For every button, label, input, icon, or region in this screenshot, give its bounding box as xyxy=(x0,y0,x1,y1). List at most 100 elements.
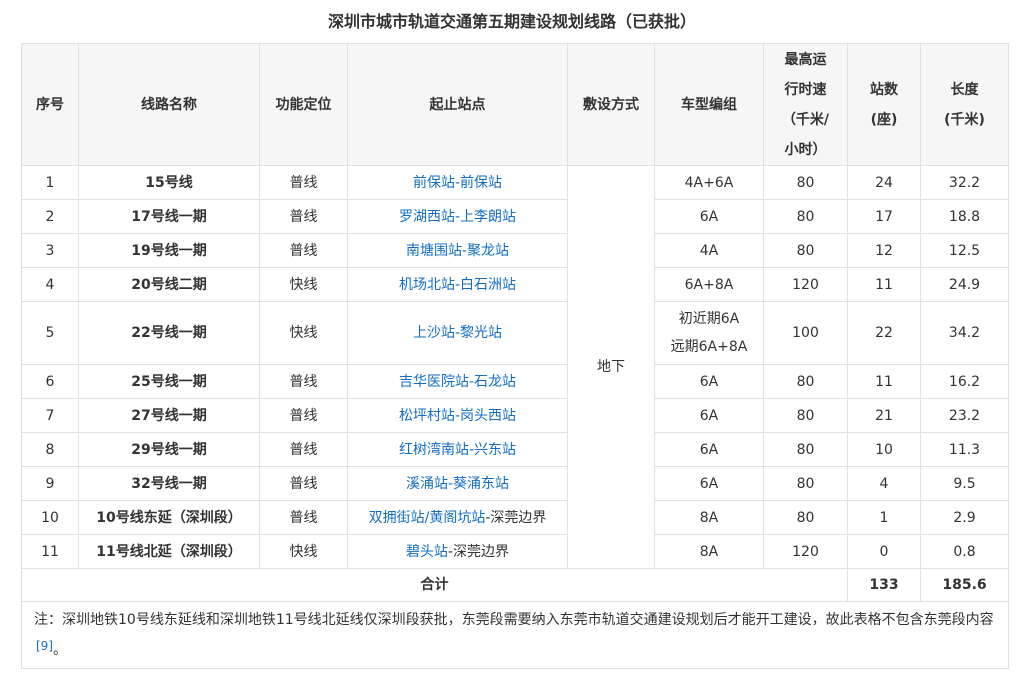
header-line-name: 线路名称 xyxy=(78,43,260,166)
table-row: 7 27号线一期 普线 松坪村站-岗头西站 6A 80 21 23.2 xyxy=(21,398,1009,433)
table-row: 5 22号线一期 快线 上沙站-黎光站 初近期6A 远期6A+8A 100 22… xyxy=(21,301,1009,365)
station-link[interactable]: 岗头西站 xyxy=(460,408,516,424)
station-count-cell: 17 xyxy=(847,199,921,234)
function-cell: 普线 xyxy=(259,398,348,433)
station-link[interactable]: 聚龙站 xyxy=(467,243,509,259)
train-cell: 6A xyxy=(654,432,764,467)
station-link[interactable]: 上沙站 xyxy=(413,325,455,341)
note-cell: 注：深圳地铁10号线东延线和深圳地铁11号线北延线仅深圳段获批，东莞段需要纳入东… xyxy=(21,601,1009,669)
table-row: 1 15号线 普线 前保站-前保站 地下 4A+6A 80 24 32.2 xyxy=(21,165,1009,569)
header-speed-line: 最高运 xyxy=(784,51,827,68)
station-link[interactable]: 黎光站 xyxy=(460,325,502,341)
header-laying: 敷设方式 xyxy=(567,43,655,166)
train-phase-early: 初近期6A xyxy=(678,311,740,327)
speed-cell: 80 xyxy=(763,199,848,234)
train-cell: 8A xyxy=(654,534,764,569)
total-row: 合计 133 185.6 xyxy=(21,568,1009,602)
table-caption: 深圳市城市轨道交通第五期建设规划线路（已获批） xyxy=(327,12,696,31)
speed-cell: 80 xyxy=(763,432,848,467)
table-row: 2 17号线一期 普线 罗湖西站-上李朗站 6A 80 17 18.8 xyxy=(21,199,1009,234)
function-cell: 快线 xyxy=(259,301,348,365)
header-count-line: (座) xyxy=(870,111,898,128)
seq-cell: 11 xyxy=(21,534,79,569)
seq-cell: 10 xyxy=(21,500,79,535)
header-speed-line: （千米/ xyxy=(781,111,830,128)
seq-cell: 8 xyxy=(21,432,79,467)
line-name-cell: 19号线一期 xyxy=(78,233,260,268)
station-count-cell: 11 xyxy=(847,267,921,302)
station-count-cell: 22 xyxy=(847,301,921,365)
stations-cell: 罗湖西站-上李朗站 xyxy=(347,199,568,234)
station-link[interactable]: 碧头站 xyxy=(406,544,448,560)
seq-cell: 2 xyxy=(21,199,79,234)
line-name-cell: 17号线一期 xyxy=(78,199,260,234)
speed-cell: 80 xyxy=(763,500,848,535)
seq-cell: 1 xyxy=(21,165,79,200)
station-link[interactable]: 前保站 xyxy=(413,175,455,191)
function-cell: 普线 xyxy=(259,500,348,535)
line-name-cell: 22号线一期 xyxy=(78,301,260,365)
station-count-cell: 11 xyxy=(847,364,921,399)
function-cell: 普线 xyxy=(259,199,348,234)
header-stations: 起止站点 xyxy=(347,43,568,166)
function-cell: 普线 xyxy=(259,165,348,200)
train-cell: 4A xyxy=(654,233,764,268)
station-link[interactable]: 吉华医院站 xyxy=(399,374,469,390)
laying-cell: 地下 xyxy=(567,165,655,569)
header-train: 车型编组 xyxy=(654,43,764,166)
train-phase-later: 远期6A+8A xyxy=(670,339,748,355)
header-length-line: (千米) xyxy=(944,111,985,128)
station-link[interactable]: 南塘围站 xyxy=(406,243,462,259)
note-tail: 。 xyxy=(53,642,67,658)
seq-cell: 6 xyxy=(21,364,79,399)
header-seq: 序号 xyxy=(21,43,79,166)
station-link[interactable]: 兴东站 xyxy=(474,442,516,458)
station-tail: -深莞边界 xyxy=(447,543,510,560)
function-cell: 快线 xyxy=(259,534,348,569)
function-cell: 普线 xyxy=(259,432,348,467)
length-cell: 12.5 xyxy=(920,233,1009,268)
length-cell: 32.2 xyxy=(920,165,1009,200)
header-speed: 最高运 行时速 （千米/ 小时） xyxy=(763,43,848,166)
line-name-cell: 25号线一期 xyxy=(78,364,260,399)
station-link[interactable]: 双拥街站 xyxy=(369,510,425,526)
length-cell: 9.5 xyxy=(920,466,1009,501)
stations-cell: 溪涌站-葵涌东站 xyxy=(347,466,568,501)
seq-cell: 9 xyxy=(21,466,79,501)
length-cell: 23.2 xyxy=(920,398,1009,433)
station-link[interactable]: 上李朗站 xyxy=(460,209,516,225)
station-link[interactable]: 葵涌东站 xyxy=(453,476,509,492)
station-tail: -深莞边界 xyxy=(485,509,547,526)
reference-link[interactable]: [9] xyxy=(36,639,53,653)
station-link[interactable]: 机场北站 xyxy=(399,277,455,293)
station-link[interactable]: 石龙站 xyxy=(474,374,516,390)
station-link[interactable]: 黄阁坑站 xyxy=(429,510,485,526)
train-cell: 8A xyxy=(654,500,764,535)
table-row: 11 11号线北延（深圳段） 快线 碧头站-深莞边界 8A 120 0 0.8 xyxy=(21,534,1009,569)
table-row: 8 29号线一期 普线 红树湾南站-兴东站 6A 80 10 11.3 xyxy=(21,432,1009,467)
station-link[interactable]: 溪涌站 xyxy=(406,476,448,492)
station-link[interactable]: 白石洲站 xyxy=(460,277,516,293)
table-row: 9 32号线一期 普线 溪涌站-葵涌东站 6A 80 4 9.5 xyxy=(21,466,1009,501)
station-link[interactable]: 前保站 xyxy=(460,175,502,191)
train-cell: 6A+8A xyxy=(654,267,764,302)
function-cell: 普线 xyxy=(259,466,348,501)
station-count-cell: 21 xyxy=(847,398,921,433)
station-link[interactable]: 罗湖西站 xyxy=(399,209,455,225)
line-name-cell: 20号线二期 xyxy=(78,267,260,302)
speed-cell: 120 xyxy=(763,534,848,569)
function-cell: 普线 xyxy=(259,233,348,268)
stations-cell: 吉华医院站-石龙站 xyxy=(347,364,568,399)
line-name-cell: 27号线一期 xyxy=(78,398,260,433)
header-speed-line: 小时） xyxy=(784,141,827,158)
station-link[interactable]: 红树湾南站 xyxy=(399,442,469,458)
length-cell: 18.8 xyxy=(920,199,1009,234)
seq-cell: 5 xyxy=(21,301,79,365)
table-row: 3 19号线一期 普线 南塘围站-聚龙站 4A 80 12 12.5 xyxy=(21,233,1009,268)
length-cell: 34.2 xyxy=(920,301,1009,365)
station-count-cell: 10 xyxy=(847,432,921,467)
length-cell: 16.2 xyxy=(920,364,1009,399)
station-link[interactable]: 松坪村站 xyxy=(399,408,455,424)
note-row: 注：深圳地铁10号线东延线和深圳地铁11号线北延线仅深圳段获批，东莞段需要纳入东… xyxy=(21,601,1009,669)
train-cell: 4A+6A xyxy=(654,165,764,200)
